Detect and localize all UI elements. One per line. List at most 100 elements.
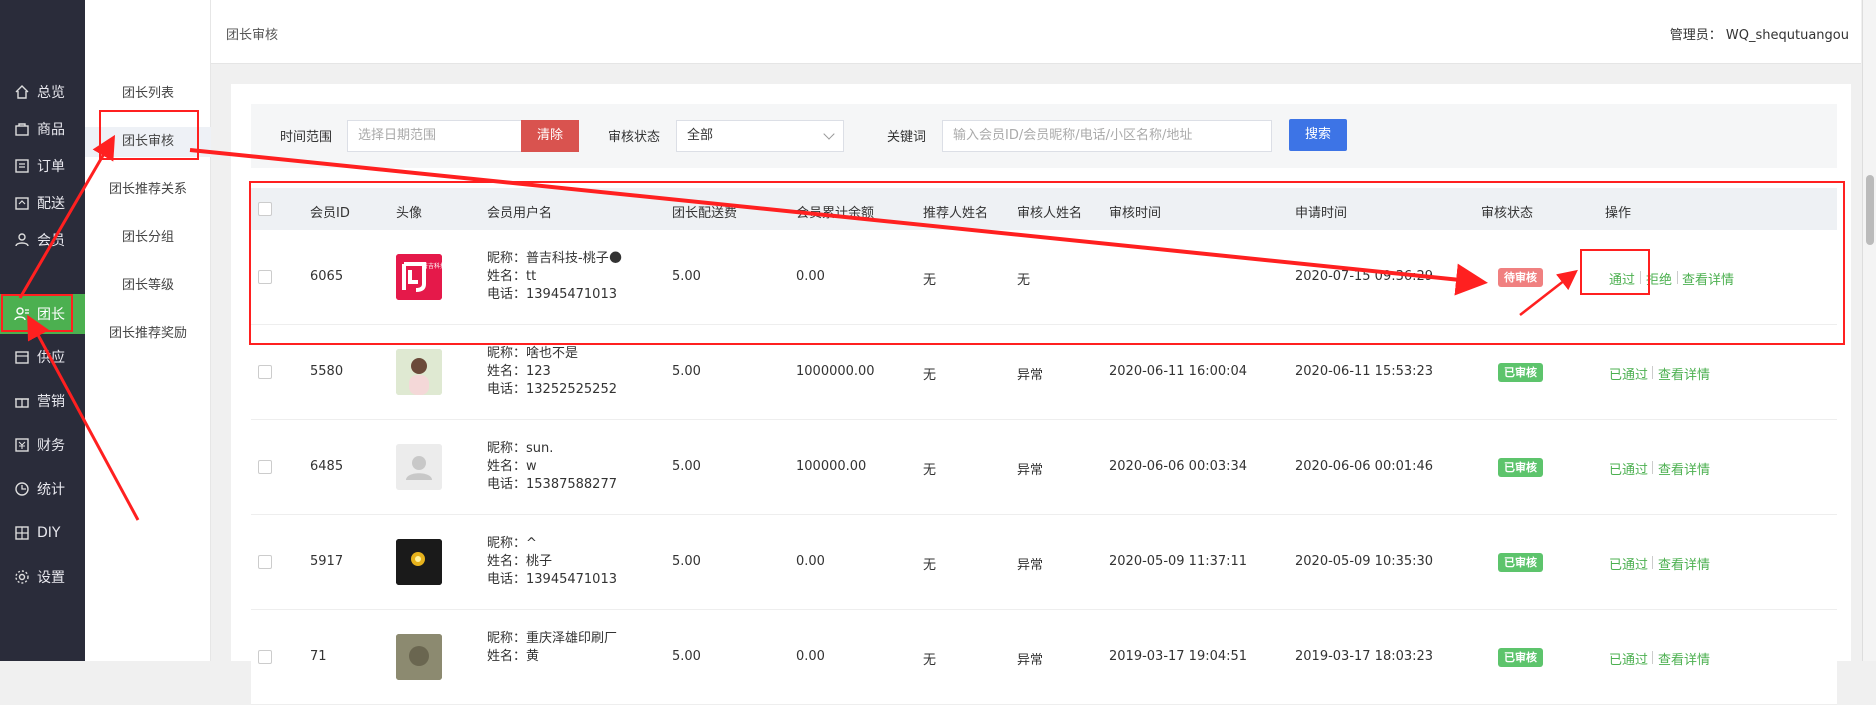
sub-sidebar: 团长列表 团长审核 团长推荐关系 团长分组 团长等级 团长推荐奖励 [85,0,211,661]
nav-item-leader[interactable]: 团长 [0,294,85,334]
home-icon [14,84,30,100]
view-detail-link[interactable]: 查看详情 [1682,269,1734,288]
view-detail-link[interactable]: 查看详情 [1658,554,1710,573]
nav-item-label: 统计 [37,482,65,498]
nav-item-label: 设置 [37,570,65,586]
review-status-select[interactable]: 全部 [676,120,844,152]
member-nickname: 昵称：啥也不是 [487,346,579,361]
gift-icon [14,393,30,409]
member-id: 6065 [310,269,344,284]
member-info: 昵称：^ 姓名：桃子 电话：13945471013 [487,535,617,589]
divider [1652,651,1653,664]
nav-item-orders[interactable]: 订单 [0,146,85,186]
table-row: 6485 昵称：sun. 姓名：w 电话：15387588277 5.00 10… [251,420,1837,515]
apply-time: 2020-05-09 10:35:30 [1295,554,1434,569]
nav-item-stats[interactable]: 统计 [0,469,85,509]
row-checkbox[interactable] [258,555,272,569]
approve-button[interactable]: 通过 [1609,269,1635,288]
reject-button[interactable]: 拒绝 [1646,269,1672,288]
status-badge: 已审核 [1498,363,1543,382]
delivery-fee: 5.00 [672,269,701,284]
keyword-input[interactable]: 输入会员ID/会员昵称/电话/小区名称/地址 [942,120,1272,152]
referrer-name: 无 [923,558,937,573]
member-id: 5580 [310,364,344,379]
nav-item-label: 营销 [37,394,65,410]
table-row: 5580 昵称：啥也不是 姓名：123 电话：13252525252 5.00 … [251,325,1837,420]
apply-time: 2020-06-06 00:01:46 [1295,459,1434,474]
chevron-down-icon [823,128,835,140]
row-checkbox[interactable] [258,460,272,474]
avatar: 普吉科技 [396,254,442,300]
divider [1640,271,1641,284]
member-realname: 姓名：tt [487,269,537,284]
subnav-leader-reward[interactable]: 团长推荐奖励 [85,319,211,349]
delivery-fee: 5.00 [672,554,701,569]
nav-item-diy[interactable]: DIY [0,513,85,553]
breadcrumb: 团长审核 [226,28,279,43]
admin-name[interactable]: 管理员： WQ_shequtuangou [1670,24,1849,43]
referrer-name: 无 [923,368,937,383]
delivery-fee: 5.00 [672,459,701,474]
member-realname: 姓名：123 [487,364,551,379]
status-badge: 已审核 [1498,648,1543,667]
member-phone: 电话：13252525252 [487,382,617,397]
approved-label: 已通过 [1609,558,1649,573]
subnav-leader-review[interactable]: 团长审核 [85,127,211,157]
member-nickname: 昵称：普吉科技-桃子🌑 [487,251,623,266]
nav-item-marketing[interactable]: 营销 [0,381,85,421]
col-header: 审核人姓名 [1017,206,1083,221]
col-header: 操作 [1605,206,1632,221]
view-detail-link[interactable]: 查看详情 [1658,649,1710,668]
logo-text: 普吉科技 [422,262,442,270]
subnav-leader-list[interactable]: 团长列表 [85,79,211,109]
apply-time: 2020-06-11 15:53:23 [1295,364,1434,379]
date-range-input[interactable]: 选择日期范围 [347,120,523,152]
nav-item-supply[interactable]: 供应 [0,337,85,377]
review-time: 2019-03-17 19:04:51 [1109,649,1248,664]
referrer-name: 无 [923,463,937,478]
divider [1652,366,1653,379]
review-time: 2020-05-09 11:37:11 [1109,554,1248,569]
goods-icon [14,121,30,137]
diy-icon [14,525,30,541]
member-realname: 姓名：桃子 [487,554,553,569]
nav-item-goods[interactable]: 商品 [0,109,85,149]
nav-item-settings[interactable]: 设置 [0,557,85,597]
member-info: 昵称：sun. 姓名：w 电话：15387588277 [487,440,617,494]
subnav-leader-group[interactable]: 团长分组 [85,223,211,253]
approved-label: 已通过 [1609,463,1649,478]
status-badge: 已审核 [1498,553,1543,572]
col-header: 审核时间 [1109,206,1162,221]
default-user-icon [396,444,442,490]
nav-item-finance[interactable]: 财务 [0,425,85,465]
avatar [396,349,442,395]
member-nickname: 昵称：^ [487,536,537,551]
main-sidebar: 总览 商品 订单 配送 会员 团长 供应 营销 财务 统计 DIY 设置 [0,0,85,661]
view-detail-link[interactable]: 查看详情 [1658,364,1710,383]
subnav-leader-level[interactable]: 团长等级 [85,271,211,301]
member-icon [14,232,30,248]
member-nickname: 昵称：sun. [487,441,554,456]
approved-label: 已通过 [1609,368,1649,383]
nav-item-overview[interactable]: 总览 [0,72,85,112]
scrollbar-thumb[interactable] [1866,175,1874,245]
divider [1677,271,1678,284]
member-id: 71 [310,649,327,664]
row-checkbox[interactable] [258,270,272,284]
nav-item-members[interactable]: 会员 [0,220,85,260]
select-all-checkbox[interactable] [258,202,272,216]
page-scrollbar[interactable] [1862,0,1876,661]
referrer-name: 无 [923,273,937,288]
view-detail-link[interactable]: 查看详情 [1658,459,1710,478]
nav-item-delivery[interactable]: 配送 [0,183,85,223]
row-checkbox[interactable] [258,365,272,379]
search-button[interactable]: 搜索 [1289,119,1347,151]
clear-button[interactable]: 清除 [521,120,579,152]
review-status-value: 全部 [687,128,714,143]
subnav-leader-referral[interactable]: 团长推荐关系 [85,175,211,205]
row-checkbox[interactable] [258,650,272,664]
nav-item-label: 团长 [37,307,65,323]
member-phone: 电话：13945471013 [487,287,617,302]
member-phone: 电话：13945471013 [487,572,617,587]
balance: 100000.00 [796,459,867,474]
